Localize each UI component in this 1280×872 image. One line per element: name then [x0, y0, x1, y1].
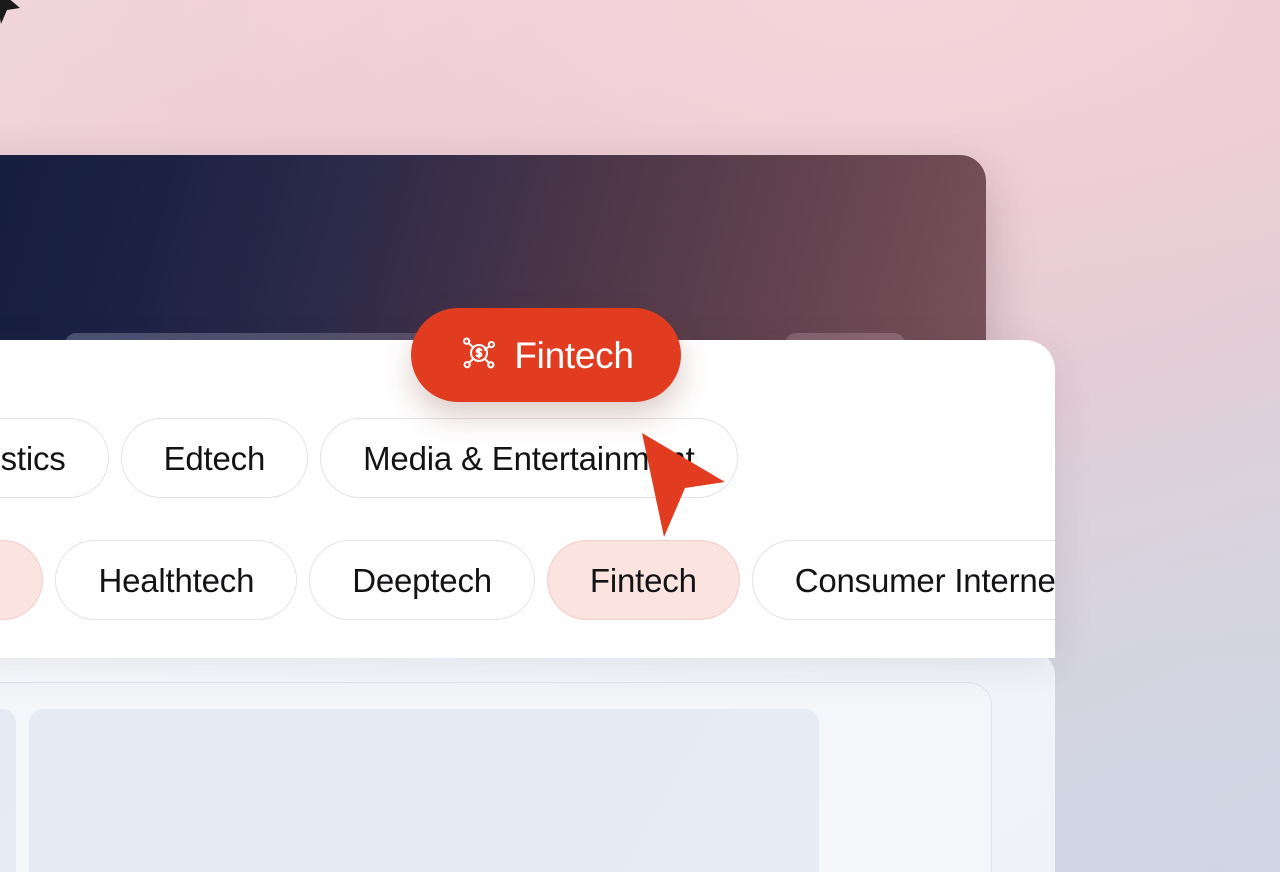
chip-row-1: Logistics Edtech Media & Entertainment [0, 418, 738, 498]
tooltip-label: Fintech [514, 334, 634, 376]
results-panel [0, 682, 992, 872]
skeleton-card-small [0, 709, 16, 872]
chip-edtech[interactable]: Edtech [120, 418, 309, 498]
fintech-tooltip-pill: Fintech [411, 308, 681, 402]
screenshot-stage: Logistics Edtech Media & Entertainment A… [0, 0, 1280, 872]
chip-media-entertainment[interactable]: Media & Entertainment [320, 418, 738, 498]
fintech-network-dollar-icon [458, 332, 500, 379]
chip-fintech[interactable]: Fintech [546, 540, 740, 620]
skeleton-card-large [29, 709, 819, 872]
chip-healthtech[interactable]: Healthtech [55, 540, 298, 620]
chip-agritech[interactable]: Agritech [0, 540, 44, 620]
chip-consumer-internet[interactable]: Consumer Internet [751, 540, 1055, 620]
chip-deeptech[interactable]: Deeptech [309, 540, 535, 620]
chip-logistics[interactable]: Logistics [0, 418, 109, 498]
secondary-cursor-fragment [0, 0, 24, 28]
chip-row-2: Agritech Healthtech Deeptech Fintech Con… [0, 540, 1055, 620]
